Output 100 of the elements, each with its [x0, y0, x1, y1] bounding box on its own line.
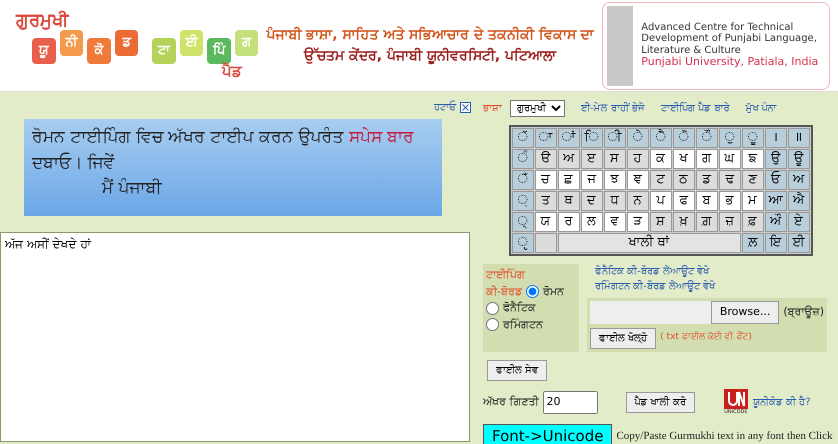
keyboard-key[interactable]: ਠ [672, 170, 694, 190]
remove-link[interactable]: ਹਟਾਓ [434, 100, 456, 115]
layout-link[interactable]: ਫੋਨੈਟਿਕ ਕੀ-ਬੋਰਡ ਲੇਆਊਟ ਵੇਖੋ [595, 264, 827, 279]
keyboard-key[interactable]: ੀ [604, 128, 626, 148]
nav-link[interactable]: ਈ-ਮੇਲ ਰਾਹੀਂ ਭੇਜੋ [581, 101, 645, 116]
keyboard-key[interactable]: ਁ [512, 170, 534, 190]
keyboard-key[interactable]: ਊ [788, 149, 810, 169]
keyboard-key[interactable]: ਇ [764, 233, 786, 253]
space-key[interactable]: ਖਾਲੀ ਥਾਂ [558, 233, 740, 253]
keyboard-key[interactable]: ਉ [764, 149, 786, 169]
keyboard-key[interactable]: ॥ [788, 128, 810, 148]
keyboard-key[interactable]: । [764, 128, 786, 148]
radio-button[interactable] [486, 318, 499, 332]
keyboard-key[interactable]: ਫ [672, 191, 694, 211]
keyboard-key[interactable]: ਅ [558, 149, 580, 169]
keyboard-key[interactable]: ਡ [696, 170, 718, 190]
radio-button[interactable] [526, 285, 539, 298]
keyboard-key[interactable]: ਮ [742, 191, 764, 211]
keyboard-key[interactable]: ਸ [604, 149, 626, 169]
unicode-icon [724, 388, 748, 408]
logo-tile: ਟਾ [152, 38, 176, 64]
keyboard-key[interactable]: ਾ [534, 128, 556, 148]
text-editor[interactable]: ਅੱਜ ਅਸੀਂ ਦੇਖਦੇ ਹਾਂ [0, 232, 470, 442]
keyboard-key[interactable]: ਗ [696, 149, 718, 169]
keyboard-key[interactable]: ਔ [764, 212, 786, 232]
keyboard-key[interactable]: ਗ਼ [696, 212, 718, 232]
save-file-button[interactable]: ਫਾਈਲ ਸੇਵ [487, 360, 548, 380]
unicode-link[interactable]: ਯੂਨੀਕੋਡ ਕੀ ਹੈ? [752, 394, 811, 410]
radio-label[interactable]: ਰੋਮਨ [542, 284, 564, 300]
keyboard-key[interactable]: ੲ [580, 149, 602, 169]
keyboard-key[interactable]: ਲ਼ [742, 233, 764, 253]
keyboard-key[interactable]: ਰ [558, 212, 580, 232]
keyboard-key[interactable]: ੋ [672, 128, 694, 148]
keyboard-key[interactable]: ੂ [742, 128, 764, 148]
keyboard-key[interactable]: ਭ [718, 191, 740, 211]
keyboard-key[interactable]: ਧ [604, 191, 626, 211]
language-select[interactable]: ਗੁਰਮੁਖੀ [510, 100, 565, 117]
radio-button[interactable] [486, 302, 499, 315]
keyboard-key[interactable]: ਼ [512, 191, 534, 211]
keyboard-key[interactable]: ੜ [626, 212, 648, 232]
keyboard-key[interactable]: ਖ਼ [672, 212, 694, 232]
open-file-button[interactable]: ਫਾਈਲ ਖੋਲ੍ਹੋ [590, 328, 656, 348]
keyboard-key[interactable]: ਬ [696, 191, 718, 211]
keyboard-key[interactable]: ਦ [580, 191, 602, 211]
layout-link[interactable]: ਰਮਿੰਗਟਨ ਕੀ-ਬੋਰਡ ਲੇਆਊਟ ਵੇਖੋ [595, 279, 827, 294]
keyboard-key[interactable]: ਛ [558, 170, 580, 190]
banner-example: ਮੈਂ ਪੰਜਾਬੀ [100, 176, 163, 200]
keyboard-key[interactable]: ਲ [580, 212, 602, 232]
keyboard-key[interactable]: ਸ਼ [650, 212, 672, 232]
keyboard-key[interactable]: ਏ [788, 212, 810, 232]
font-to-unicode-button[interactable]: Font->Unicode [483, 424, 612, 444]
keyboard-key[interactable]: ਅ [788, 170, 810, 190]
keyboard-key[interactable]: ਨ [626, 191, 648, 211]
keyboard-key[interactable]: ਕ [650, 149, 672, 169]
keyboard-key[interactable]: ਹ [626, 149, 648, 169]
logo-tile: ਕੋ [87, 38, 110, 64]
keyboard-key[interactable]: ਞ [626, 170, 648, 190]
keyboard-key[interactable]: ਚ [534, 170, 556, 190]
keyboard-key[interactable]: ਪ [650, 191, 672, 211]
keyboard-key[interactable]: ਥ [558, 191, 580, 211]
close-icon[interactable] [460, 102, 471, 113]
radio-label[interactable]: ਫੋਨੈਟਿਕ [503, 300, 536, 316]
nav-link[interactable]: ਮੁੱਖ ਪੰਨਾ [745, 101, 777, 116]
keyboard-key[interactable]: ਿ [580, 128, 602, 148]
keyboard-key[interactable]: ਜ [580, 170, 602, 190]
keyboard-key[interactable]: ਘ [718, 149, 740, 169]
keyboard-key[interactable]: ਜ਼ [718, 212, 740, 232]
keyboard-key[interactable]: ਾਂ [558, 128, 580, 148]
tagline: ਪੰਜਾਬੀ ਭਾਸ਼ਾ, ਸਾਹਿਤ ਅਤੇ ਸਭਿਆਚਾਰ ਦੇ ਤਕਨੀਕੀ ਵਿਕਾਸ ਦਾ [265, 25, 596, 44]
keyboard-key[interactable]: ੰ [512, 149, 534, 169]
keyboard-key[interactable]: ਝ [604, 170, 626, 190]
keyboard-key[interactable]: ਓ [764, 170, 786, 190]
keyboard-key[interactable]: ਵ [604, 212, 626, 232]
banner-text: ਰੋਮਨ ਟਾਈਪਿੰਗ ਵਿਚ ਅੱਖਰ ਟਾਈਪ ਕਰਨ ਉਪਰੰਤ ਸਪੇਸ ਬਾਰ ਦਬਾਓ। ਜਿਵੇਂ [32, 126, 416, 174]
keyboard-key[interactable]: ੁ [718, 128, 740, 148]
clear-pad-button[interactable]: ਪੈਡ ਖਾਲੀ ਕਰੋ [626, 392, 695, 413]
keyboard-key[interactable]: ੈ [650, 128, 672, 148]
keyboard-key[interactable]: ਤ [534, 191, 556, 211]
radio-label[interactable]: ਰਮਿੰਗਟਨ [503, 316, 543, 333]
keyboard-key[interactable]: ਢ [718, 170, 740, 190]
browse-button[interactable]: Browse... [710, 301, 780, 324]
logo-tile: ਯੂ [32, 38, 56, 64]
keyboard-key[interactable]: ੇ [626, 128, 648, 148]
keyboard-key[interactable]: ਐ [788, 191, 810, 211]
keyboard-key[interactable]: ਣ [742, 170, 764, 190]
keyboard-key[interactable]: ਆ [764, 191, 786, 211]
keyboard-key[interactable]: ੱ [512, 128, 534, 148]
keyboard-key[interactable]: ੳ [534, 149, 556, 169]
keyboard-key[interactable]: ੵ [512, 233, 534, 253]
file-input[interactable]: Browse... [590, 301, 780, 324]
keyboard-key[interactable]: ਙ [742, 149, 764, 169]
keyboard-key[interactable]: ਫ਼ [742, 212, 764, 232]
keyboard-key[interactable]: ਈ [788, 233, 810, 253]
keyboard-key[interactable]: ੌ [696, 128, 718, 148]
keyboard-key[interactable]: ਟ [650, 170, 672, 190]
word-count-field[interactable]: 20 [542, 391, 598, 414]
keyboard-key[interactable]: ਯ [534, 212, 556, 232]
keyboard-key[interactable]: ਖ [672, 149, 694, 169]
nav-link[interactable]: ਟਾਈਪਿੰਗ ਪੈਡ ਬਾਰੇ [660, 101, 730, 116]
keyboard-key[interactable]: ੍ [512, 212, 534, 232]
